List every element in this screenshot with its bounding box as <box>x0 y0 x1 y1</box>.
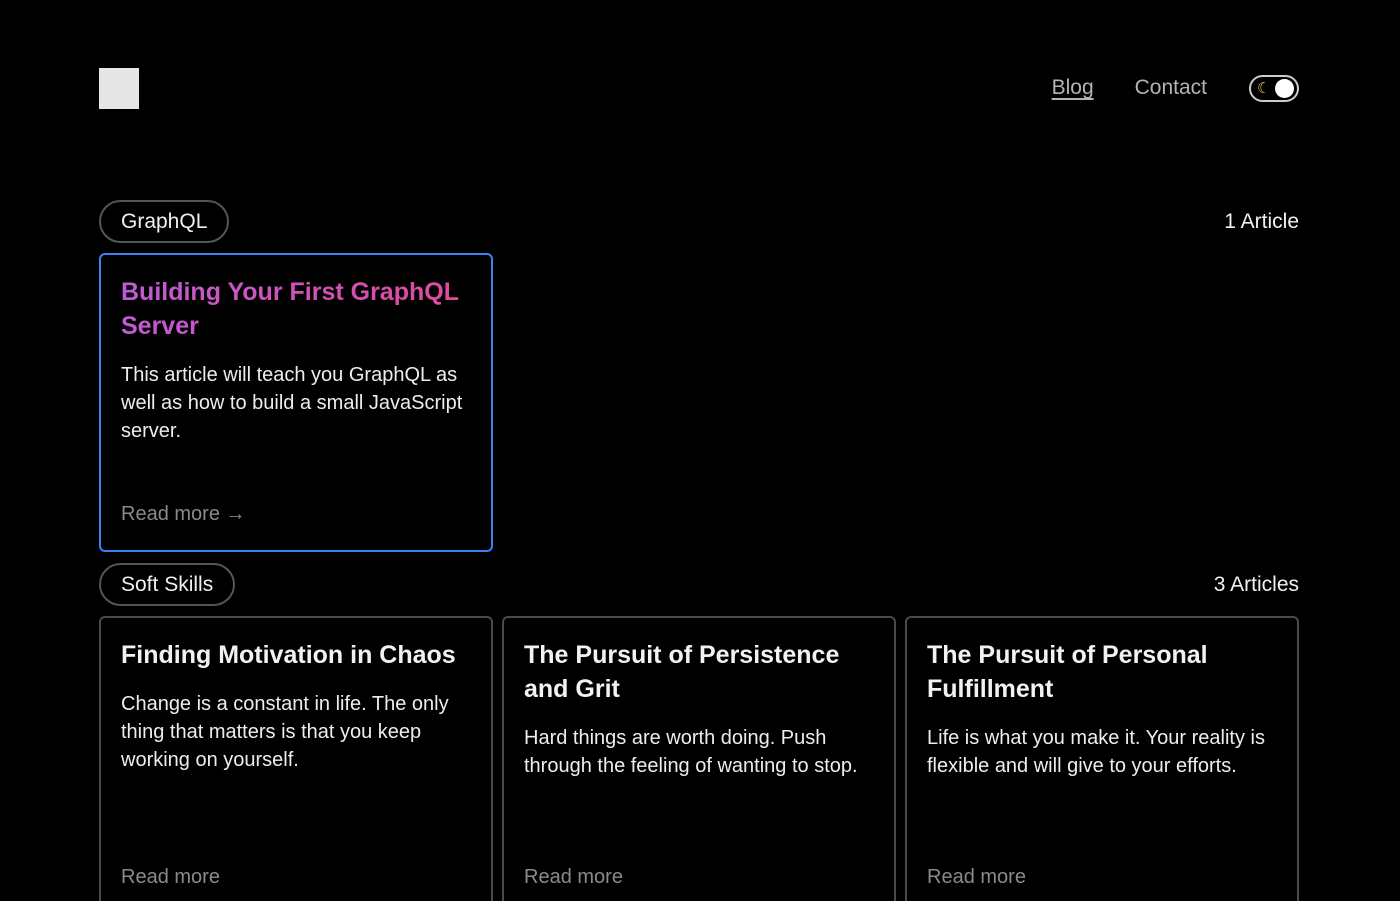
article-card[interactable]: Finding Motivation in Chaos Change is a … <box>99 616 493 901</box>
page: Blog Contact ☾ GraphQL 1 Article Buildin… <box>0 0 1400 901</box>
article-title: The Pursuit of Persistence and Grit <box>524 641 840 703</box>
theme-toggle[interactable]: ☾ <box>1249 74 1299 102</box>
section-header-graphql: GraphQL 1 Article <box>99 200 1299 243</box>
article-card[interactable]: The Pursuit of Personal Fulfillment Life… <box>905 616 1299 901</box>
read-more-link[interactable]: Read more <box>927 866 1026 889</box>
article-title: Finding Motivation in Chaos <box>121 641 456 669</box>
section-header-soft-skills: Soft Skills 3 Articles <box>99 563 1299 606</box>
site-logo[interactable] <box>99 68 139 109</box>
article-title: Building Your First GraphQL Server <box>121 275 471 343</box>
article-description: This article will teach you GraphQL as w… <box>121 364 463 442</box>
read-more-link[interactable]: Read more → <box>121 503 246 526</box>
article-description: Change is a constant in life. The only t… <box>121 693 449 771</box>
tag-graphql[interactable]: GraphQL <box>99 200 230 243</box>
nav-link-blog[interactable]: Blog <box>1052 76 1094 100</box>
article-title: The Pursuit of Personal Fulfillment <box>927 641 1208 703</box>
article-card[interactable]: Building Your First GraphQL Server This … <box>99 253 493 552</box>
article-card[interactable]: The Pursuit of Persistence and Grit Hard… <box>502 616 896 901</box>
read-more-link[interactable]: Read more <box>121 866 220 889</box>
article-count: 1 Article <box>1224 209 1299 233</box>
tag-soft-skills[interactable]: Soft Skills <box>99 563 236 606</box>
moon-icon: ☾ <box>1257 79 1271 97</box>
toggle-knob <box>1275 78 1294 98</box>
article-description: Hard things are worth doing. Push throug… <box>524 727 858 777</box>
nav-link-contact[interactable]: Contact <box>1135 76 1207 100</box>
article-description: Life is what you make it. Your reality i… <box>927 727 1265 777</box>
read-more-link[interactable]: Read more <box>524 866 623 889</box>
article-count: 3 Articles <box>1213 572 1299 596</box>
main-nav: Blog Contact ☾ <box>1052 74 1299 102</box>
